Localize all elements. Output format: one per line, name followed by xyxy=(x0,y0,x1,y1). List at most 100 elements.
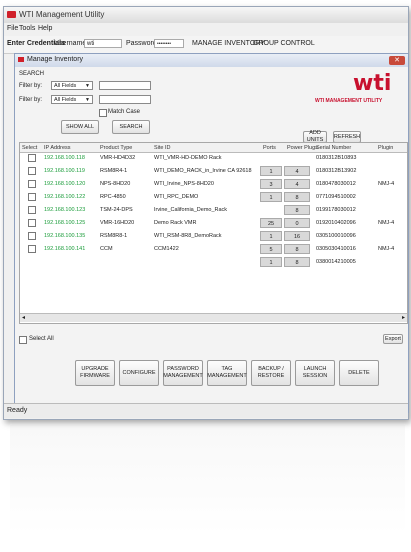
serial-cell: 0305030410016 xyxy=(316,246,356,252)
backup-restore-button[interactable]: BACKUP / RESTORE xyxy=(251,360,291,386)
site-cell: Irvine_California_Demo_Rack xyxy=(154,207,228,213)
plugs-cell: 4 xyxy=(284,166,310,176)
row-checkbox[interactable] xyxy=(28,245,36,253)
ports-cell: 1 xyxy=(260,192,282,202)
plugs-cell: 8 xyxy=(284,192,310,202)
site-cell: WTI_VMR-HD-DEMO Rack xyxy=(154,155,222,161)
search-heading: SEARCH xyxy=(19,71,45,77)
table-row[interactable]: 192.168.100.118 VMR-HD4D32 WTI_VMR-HD-DE… xyxy=(20,152,407,165)
serial-cell: 0771094510002 xyxy=(316,194,356,200)
chevron-down-icon: ▼ xyxy=(85,97,90,103)
ip-cell: 192.168.100.125 xyxy=(44,220,86,226)
site-cell: WTI_RPC_DEMO xyxy=(154,194,199,200)
configure-button[interactable]: CONFIGURE xyxy=(119,360,159,386)
col-ip-address[interactable]: IP Address xyxy=(44,145,71,151)
ip-cell: 192.168.100.120 xyxy=(44,181,86,187)
inventory-table: Select IP Address Product Type Site ID P… xyxy=(19,142,408,324)
title-bar: WTI Management Utility xyxy=(4,7,408,23)
filter1-dropdown[interactable]: All Fields ▼ xyxy=(51,81,93,90)
menu-tools[interactable]: Tools xyxy=(19,25,35,32)
table-row[interactable]: 192.168.100.119 RSM8R4-1 WTI_DEMO_RACK_i… xyxy=(20,165,407,178)
table-row[interactable]: 192.168.100.123 TSM-24-DPS Irvine_Califo… xyxy=(20,204,407,217)
row-checkbox[interactable] xyxy=(28,154,36,162)
match-case-checkbox[interactable] xyxy=(99,109,107,117)
row-checkbox[interactable] xyxy=(28,232,36,240)
row-checkbox[interactable] xyxy=(28,206,36,214)
table-row[interactable]: 1 8 0380014210005 xyxy=(20,256,407,269)
password-field[interactable]: •••••••• xyxy=(154,39,184,48)
plugs-cell: 0 xyxy=(284,218,310,228)
tag-management-button[interactable]: TAG MANAGEMENT xyxy=(207,360,247,386)
password-management-button[interactable]: PASSWORD MANAGEMENT xyxy=(163,360,203,386)
table-row[interactable]: 192.168.100.125 VMR-16HD20 Demo Rack VMR… xyxy=(20,217,407,230)
serial-cell: 0180478030012 xyxy=(316,181,356,187)
delete-button[interactable]: DELETE xyxy=(339,360,379,386)
table-row[interactable]: 192.168.100.141 CCM CCM1422 5 8 03050304… xyxy=(20,243,407,256)
plugin-cell: NMJ-4 xyxy=(378,246,395,252)
col-plugin[interactable]: Plugin xyxy=(378,145,393,151)
chevron-down-icon: ▼ xyxy=(85,83,90,89)
ports-cell: 1 xyxy=(260,231,282,241)
serial-cell: 0180312B10893 xyxy=(316,155,357,161)
col-serial-number[interactable]: Serial Number xyxy=(316,145,351,151)
filter2-dropdown[interactable]: All Fields ▼ xyxy=(51,95,93,104)
plugs-cell: 8 xyxy=(284,244,310,254)
export-button[interactable]: Export xyxy=(383,334,403,344)
menu-help[interactable]: Help xyxy=(38,25,52,32)
menu-file[interactable]: File xyxy=(7,25,18,32)
credentials-bar: Enter Credentials Username: wti Password… xyxy=(4,36,408,54)
filter2-label: Filter by: xyxy=(19,97,43,103)
product-cell: RPC-4850 xyxy=(100,194,126,200)
scroll-left-icon[interactable]: ◂ xyxy=(22,314,25,321)
plugs-cell: 16 xyxy=(284,231,310,241)
search-button[interactable]: SEARCH xyxy=(112,120,150,134)
username-field[interactable]: wti xyxy=(84,39,122,48)
site-cell: Demo Rack VMR xyxy=(154,220,197,226)
product-cell: RSM8R8-1 xyxy=(100,233,128,239)
filter1-value: All Fields xyxy=(54,83,77,89)
main-window: WTI Management Utility File Tools Help E… xyxy=(3,6,409,420)
ports-cell: 3 xyxy=(260,179,282,189)
scroll-right-icon[interactable]: ▸ xyxy=(402,314,405,321)
serial-cell: 0380014210005 xyxy=(316,259,356,265)
row-checkbox[interactable] xyxy=(28,167,36,175)
plugin-cell: NMJ-4 xyxy=(378,181,395,187)
col-product-type[interactable]: Product Type xyxy=(100,145,132,151)
product-cell: CCM xyxy=(100,246,113,252)
col-site-id[interactable]: Site ID xyxy=(154,145,171,151)
table-row[interactable]: 192.168.100.122 RPC-4850 WTI_RPC_DEMO 1 … xyxy=(20,191,407,204)
filter2-text-input[interactable] xyxy=(99,95,151,104)
filter1-text-input[interactable] xyxy=(99,81,151,90)
plugs-cell: 4 xyxy=(284,179,310,189)
table-row[interactable]: 192.168.100.135 RSM8R8-1 WTI_RSM-8R8_Dem… xyxy=(20,230,407,243)
inner-title-bar: Manage Inventory ✕ xyxy=(15,54,408,67)
site-cell: CCM1422 xyxy=(154,246,179,252)
product-cell: VMR-16HD20 xyxy=(100,220,135,226)
tab-group-control[interactable]: GROUP CONTROL xyxy=(253,40,315,47)
ip-cell: 192.168.100.141 xyxy=(44,246,86,252)
plugs-cell: 8 xyxy=(284,205,310,215)
row-checkbox[interactable] xyxy=(28,180,36,188)
serial-cell: 0192010402096 xyxy=(316,220,356,226)
select-all-checkbox[interactable] xyxy=(19,336,27,344)
show-all-button[interactable]: SHOW ALL xyxy=(61,120,99,134)
status-text: Ready xyxy=(7,407,28,414)
brand-tagline: WTI MANAGEMENT UTILITY xyxy=(315,98,383,104)
upgrade-firmware-button[interactable]: UPGRADE FIRMWARE xyxy=(75,360,115,386)
select-all-label: Select All xyxy=(29,336,54,342)
wti-logo: wti xyxy=(353,71,392,96)
col-power-plugs[interactable]: Power Plugs xyxy=(287,145,318,151)
close-icon[interactable]: ✕ xyxy=(389,56,405,65)
col-ports[interactable]: Ports xyxy=(263,145,276,151)
ip-cell: 192.168.100.119 xyxy=(44,168,85,174)
window-reflection xyxy=(10,425,405,535)
col-select: Select xyxy=(22,145,38,151)
ports-cell: 25 xyxy=(260,218,282,228)
row-checkbox[interactable] xyxy=(28,219,36,227)
launch-session-button[interactable]: LAUNCH SESSION xyxy=(295,360,335,386)
row-checkbox[interactable] xyxy=(28,193,36,201)
ports-cell: 1 xyxy=(260,166,282,176)
site-cell: WTI_Irvine_NPS-8HD20 xyxy=(154,181,214,187)
table-row[interactable]: 192.168.100.120 NPS-8HD20 WTI_Irvine_NPS… xyxy=(20,178,407,191)
horizontal-scrollbar[interactable]: ◂ ▸ xyxy=(20,313,407,322)
